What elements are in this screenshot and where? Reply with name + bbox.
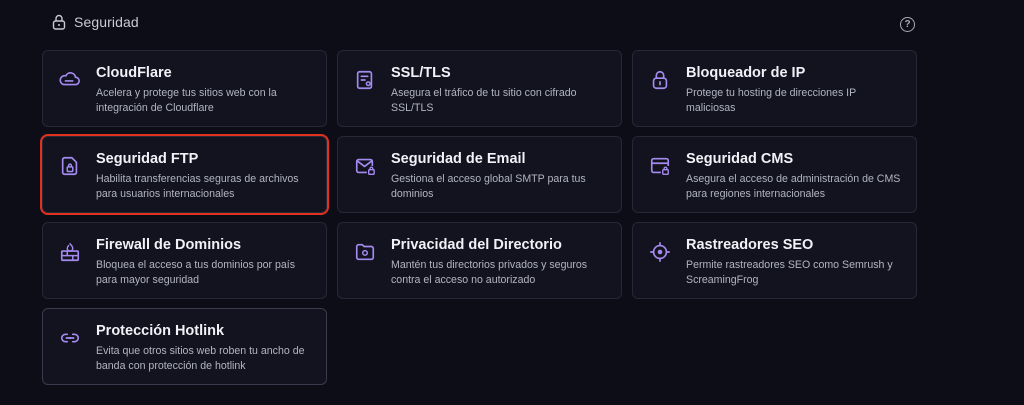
link-icon [59, 327, 81, 349]
card-title: Bloqueador de IP [686, 65, 806, 81]
security-cards-grid: CloudFlare Acelera y protege tus sitios … [40, 50, 917, 385]
card-domain-firewall[interactable]: Firewall de Dominios Bloquea el acceso a… [42, 222, 327, 299]
crosshair-icon [649, 241, 671, 263]
card-description: Habilita transferencias seguras de archi… [96, 173, 299, 200]
card-description: Protege tu hosting de direcciones IP mal… [686, 87, 857, 114]
card-title: Seguridad de Email [391, 151, 526, 167]
card-description: Bloquea el acceso a tus dominios por paí… [96, 259, 296, 286]
card-hotlink-protection[interactable]: Protección Hotlink Evita que otros sitio… [42, 308, 327, 385]
card-seo-crawlers[interactable]: Rastreadores SEO Permite rastreadores SE… [632, 222, 917, 299]
card-title: Rastreadores SEO [686, 237, 814, 253]
card-description: Mantén tus directorios privados y seguro… [391, 259, 588, 286]
card-title: CloudFlare [96, 65, 172, 81]
card-description: Evita que otros sitios web roben tu anch… [96, 345, 305, 372]
padlock-icon [649, 69, 671, 91]
help-icon[interactable]: ? [900, 17, 915, 32]
card-description: Asegura el acceso de administración de C… [686, 173, 901, 200]
card-description: Asegura el tráfico de tu sitio con cifra… [391, 87, 577, 114]
card-ip-blocker[interactable]: Bloqueador de IP Protege tu hosting de d… [632, 50, 917, 127]
card-title: Seguridad CMS [686, 151, 794, 167]
card-ftp-security[interactable]: Seguridad FTP Habilita transferencias se… [40, 134, 329, 215]
card-cms-security[interactable]: Seguridad CMS Asegura el acceso de admin… [632, 136, 917, 213]
card-directory-privacy[interactable]: Privacidad del Directorio Mantén tus dir… [337, 222, 622, 299]
card-description: Acelera y protege tus sitios web con la … [96, 87, 277, 114]
card-email-security[interactable]: Seguridad de Email Gestiona el acceso gl… [337, 136, 622, 213]
card-title: Protección Hotlink [96, 323, 225, 339]
firewall-icon [59, 241, 81, 263]
card-title: SSL/TLS [391, 65, 451, 81]
lock-icon [52, 14, 66, 30]
card-title: Seguridad FTP [96, 151, 199, 167]
card-title: Privacidad del Directorio [391, 237, 562, 253]
card-title: Firewall de Dominios [96, 237, 242, 253]
card-description: Gestiona el acceso global SMTP para tus … [391, 173, 586, 200]
section-header: Seguridad [52, 14, 139, 30]
cloud-icon [59, 69, 81, 91]
card-description: Permite rastreadores SEO como Semrush y … [686, 259, 893, 286]
folder-lock-icon [354, 241, 376, 263]
secure-file-icon [59, 155, 81, 177]
card-ssl-tls[interactable]: SSL/TLS Asegura el tráfico de tu sitio c… [337, 50, 622, 127]
mail-lock-icon [354, 155, 376, 177]
card-cloudflare[interactable]: CloudFlare Acelera y protege tus sitios … [42, 50, 327, 127]
section-title: Seguridad [74, 14, 139, 30]
certificate-icon [354, 69, 376, 91]
browser-lock-icon [649, 155, 671, 177]
